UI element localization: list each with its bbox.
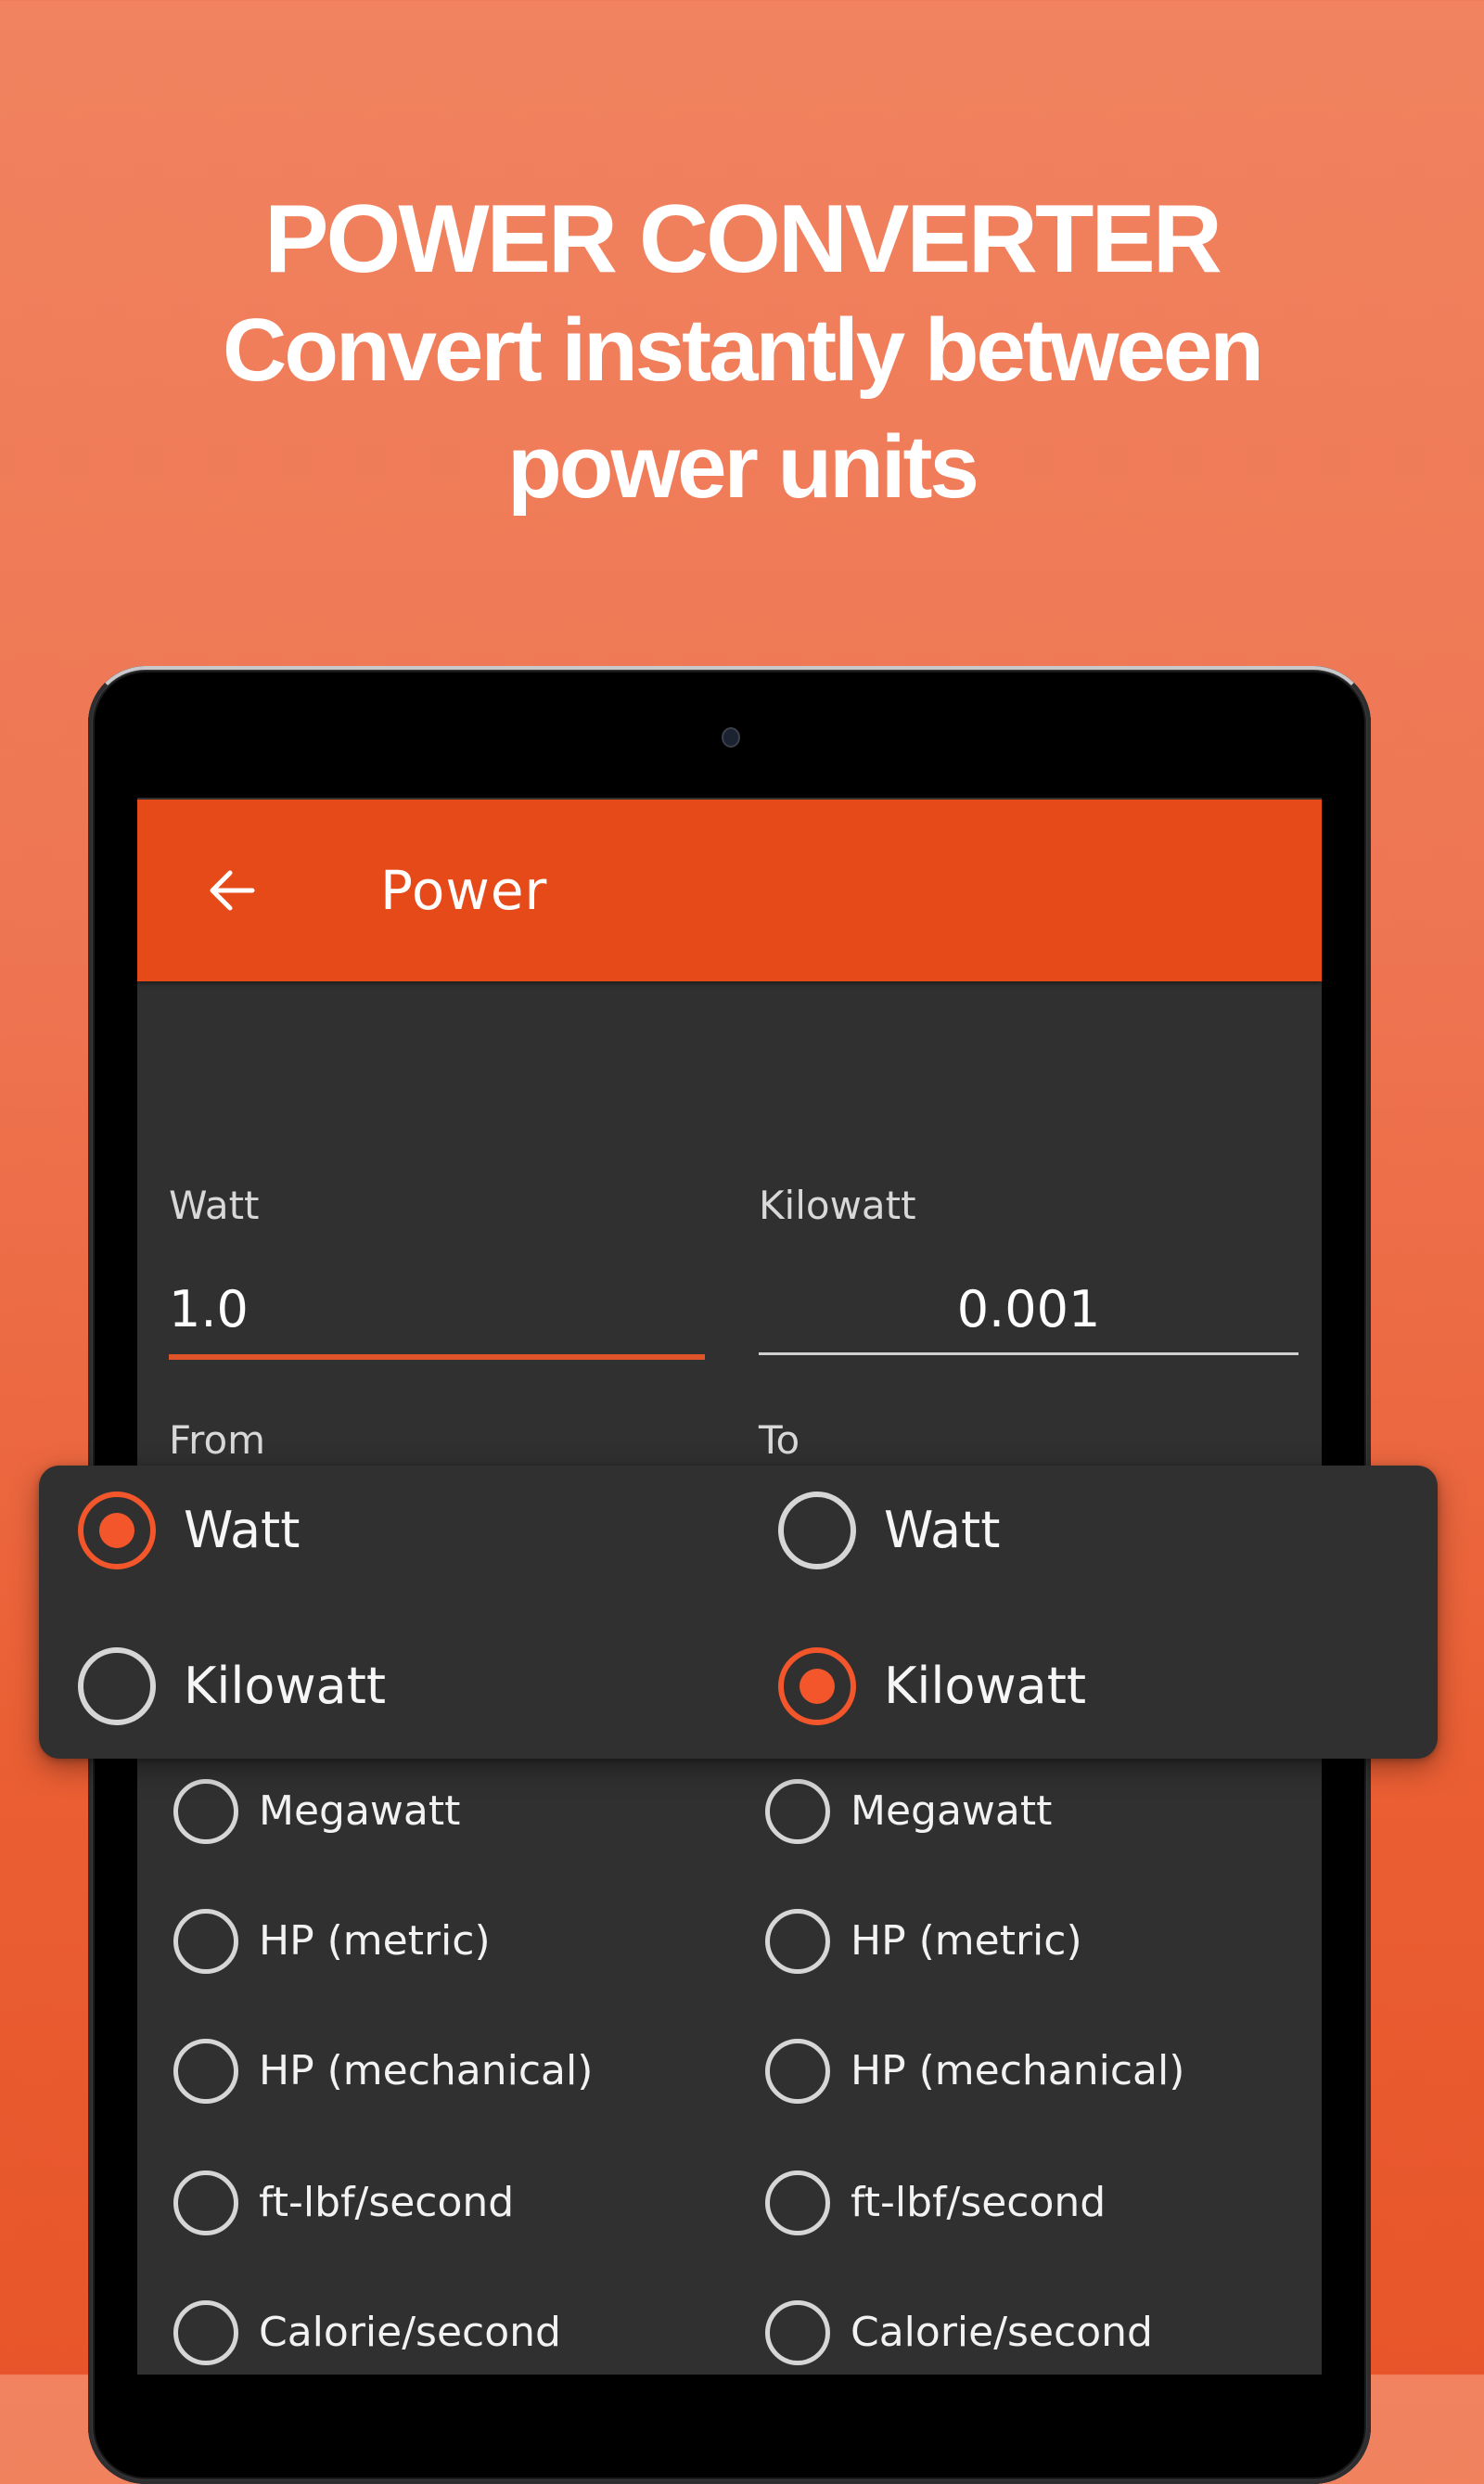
app-bar-title: Power	[380, 859, 548, 922]
radio-button[interactable]	[173, 2170, 238, 2235]
radio-button[interactable]	[765, 2039, 830, 2104]
radio-button[interactable]	[765, 1909, 830, 1974]
input-unit-label: Watt	[169, 1183, 260, 1228]
arrow-left-icon	[210, 870, 255, 911]
from-label: From	[169, 1417, 266, 1463]
promo-title: POWER CONVERTER	[264, 186, 1222, 293]
camera-icon	[722, 727, 740, 748]
radio-button[interactable]	[173, 1779, 238, 1844]
radio-button[interactable]	[778, 1492, 856, 1569]
radio-button[interactable]	[78, 1647, 156, 1725]
output-underline	[759, 1352, 1298, 1355]
radio-button[interactable]	[765, 1779, 830, 1844]
app-bar: Power	[137, 800, 1322, 981]
promo-subtitle-line-1: Convert instantly between	[223, 301, 1264, 400]
promo-subtitle-line-2: power units	[507, 417, 979, 517]
radio-button[interactable]	[765, 2300, 830, 2365]
output-value-field[interactable]	[759, 1280, 1298, 1339]
radio-button[interactable]	[173, 2039, 238, 2104]
radio-button-selected[interactable]	[778, 1647, 856, 1725]
radio-button[interactable]	[173, 1909, 238, 1974]
radio-button-selected[interactable]	[78, 1492, 156, 1569]
highlighted-options-card: Watt Kilowatt Watt Kilowatt	[39, 1466, 1438, 1759]
input-underline	[169, 1354, 705, 1360]
to-label: To	[759, 1417, 800, 1463]
input-value-field[interactable]	[169, 1280, 705, 1339]
back-button[interactable]	[204, 863, 260, 918]
output-unit-label: Kilowatt	[759, 1183, 916, 1228]
radio-button[interactable]	[765, 2170, 830, 2235]
radio-button[interactable]	[173, 2300, 238, 2365]
